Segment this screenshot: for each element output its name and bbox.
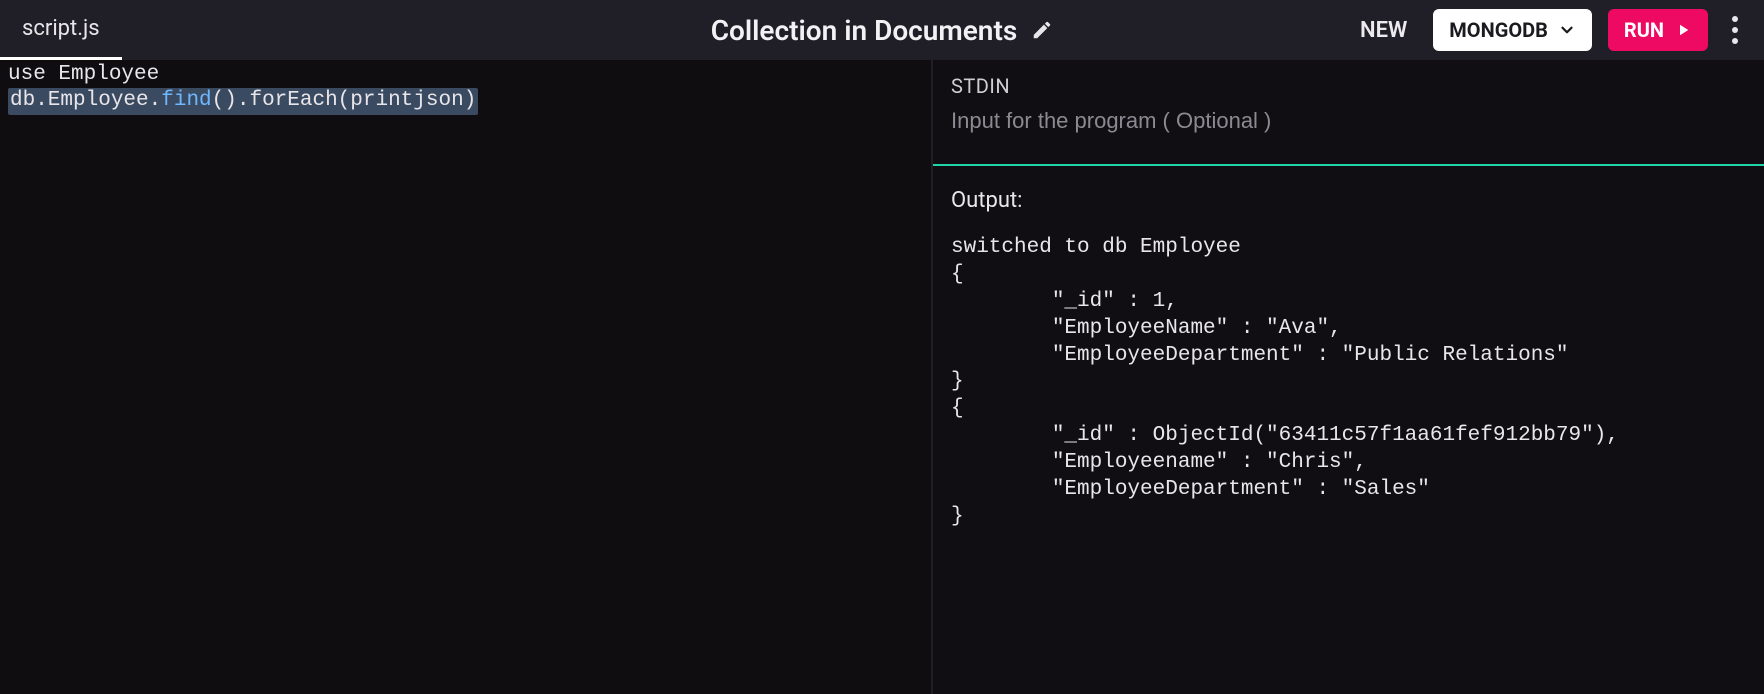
language-select-label: MONGODB xyxy=(1449,18,1548,42)
stdin-input[interactable] xyxy=(951,108,1746,134)
edit-title-icon[interactable] xyxy=(1031,19,1053,41)
more-menu-button[interactable] xyxy=(1724,8,1746,52)
file-tab[interactable]: script.js xyxy=(0,0,122,60)
code-editor[interactable]: use Employee db.Employee.find().forEach(… xyxy=(0,60,933,694)
main-content: use Employee db.Employee.find().forEach(… xyxy=(0,60,1764,694)
right-panel: STDIN Output: switched to db Employee { … xyxy=(933,60,1764,694)
file-tab-label: script.js xyxy=(22,16,100,41)
output-section: Output: switched to db Employee { "_id" … xyxy=(933,166,1764,553)
stdin-label: STDIN xyxy=(951,74,1746,98)
stdin-section: STDIN xyxy=(933,60,1764,166)
output-text: switched to db Employee { "_id" : 1, "Em… xyxy=(951,235,1746,531)
top-toolbar: script.js Collection in Documents NEW MO… xyxy=(0,0,1764,60)
code-token: use xyxy=(8,63,46,86)
code-token: db.Employee. xyxy=(10,89,161,112)
play-icon xyxy=(1674,21,1692,39)
run-button[interactable]: RUN xyxy=(1608,9,1708,51)
code-token: ().forEach(printjson) xyxy=(212,89,477,112)
run-button-label: RUN xyxy=(1624,18,1664,42)
chevron-down-icon xyxy=(1558,21,1576,39)
code-area[interactable]: use Employee db.Employee.find().forEach(… xyxy=(0,60,931,117)
code-token: find xyxy=(161,89,211,112)
code-token: Employee xyxy=(46,63,159,86)
new-button[interactable]: NEW xyxy=(1350,12,1417,49)
language-select[interactable]: MONGODB xyxy=(1433,9,1592,51)
output-label: Output: xyxy=(951,188,1746,213)
page-title: Collection in Documents xyxy=(711,14,1018,47)
